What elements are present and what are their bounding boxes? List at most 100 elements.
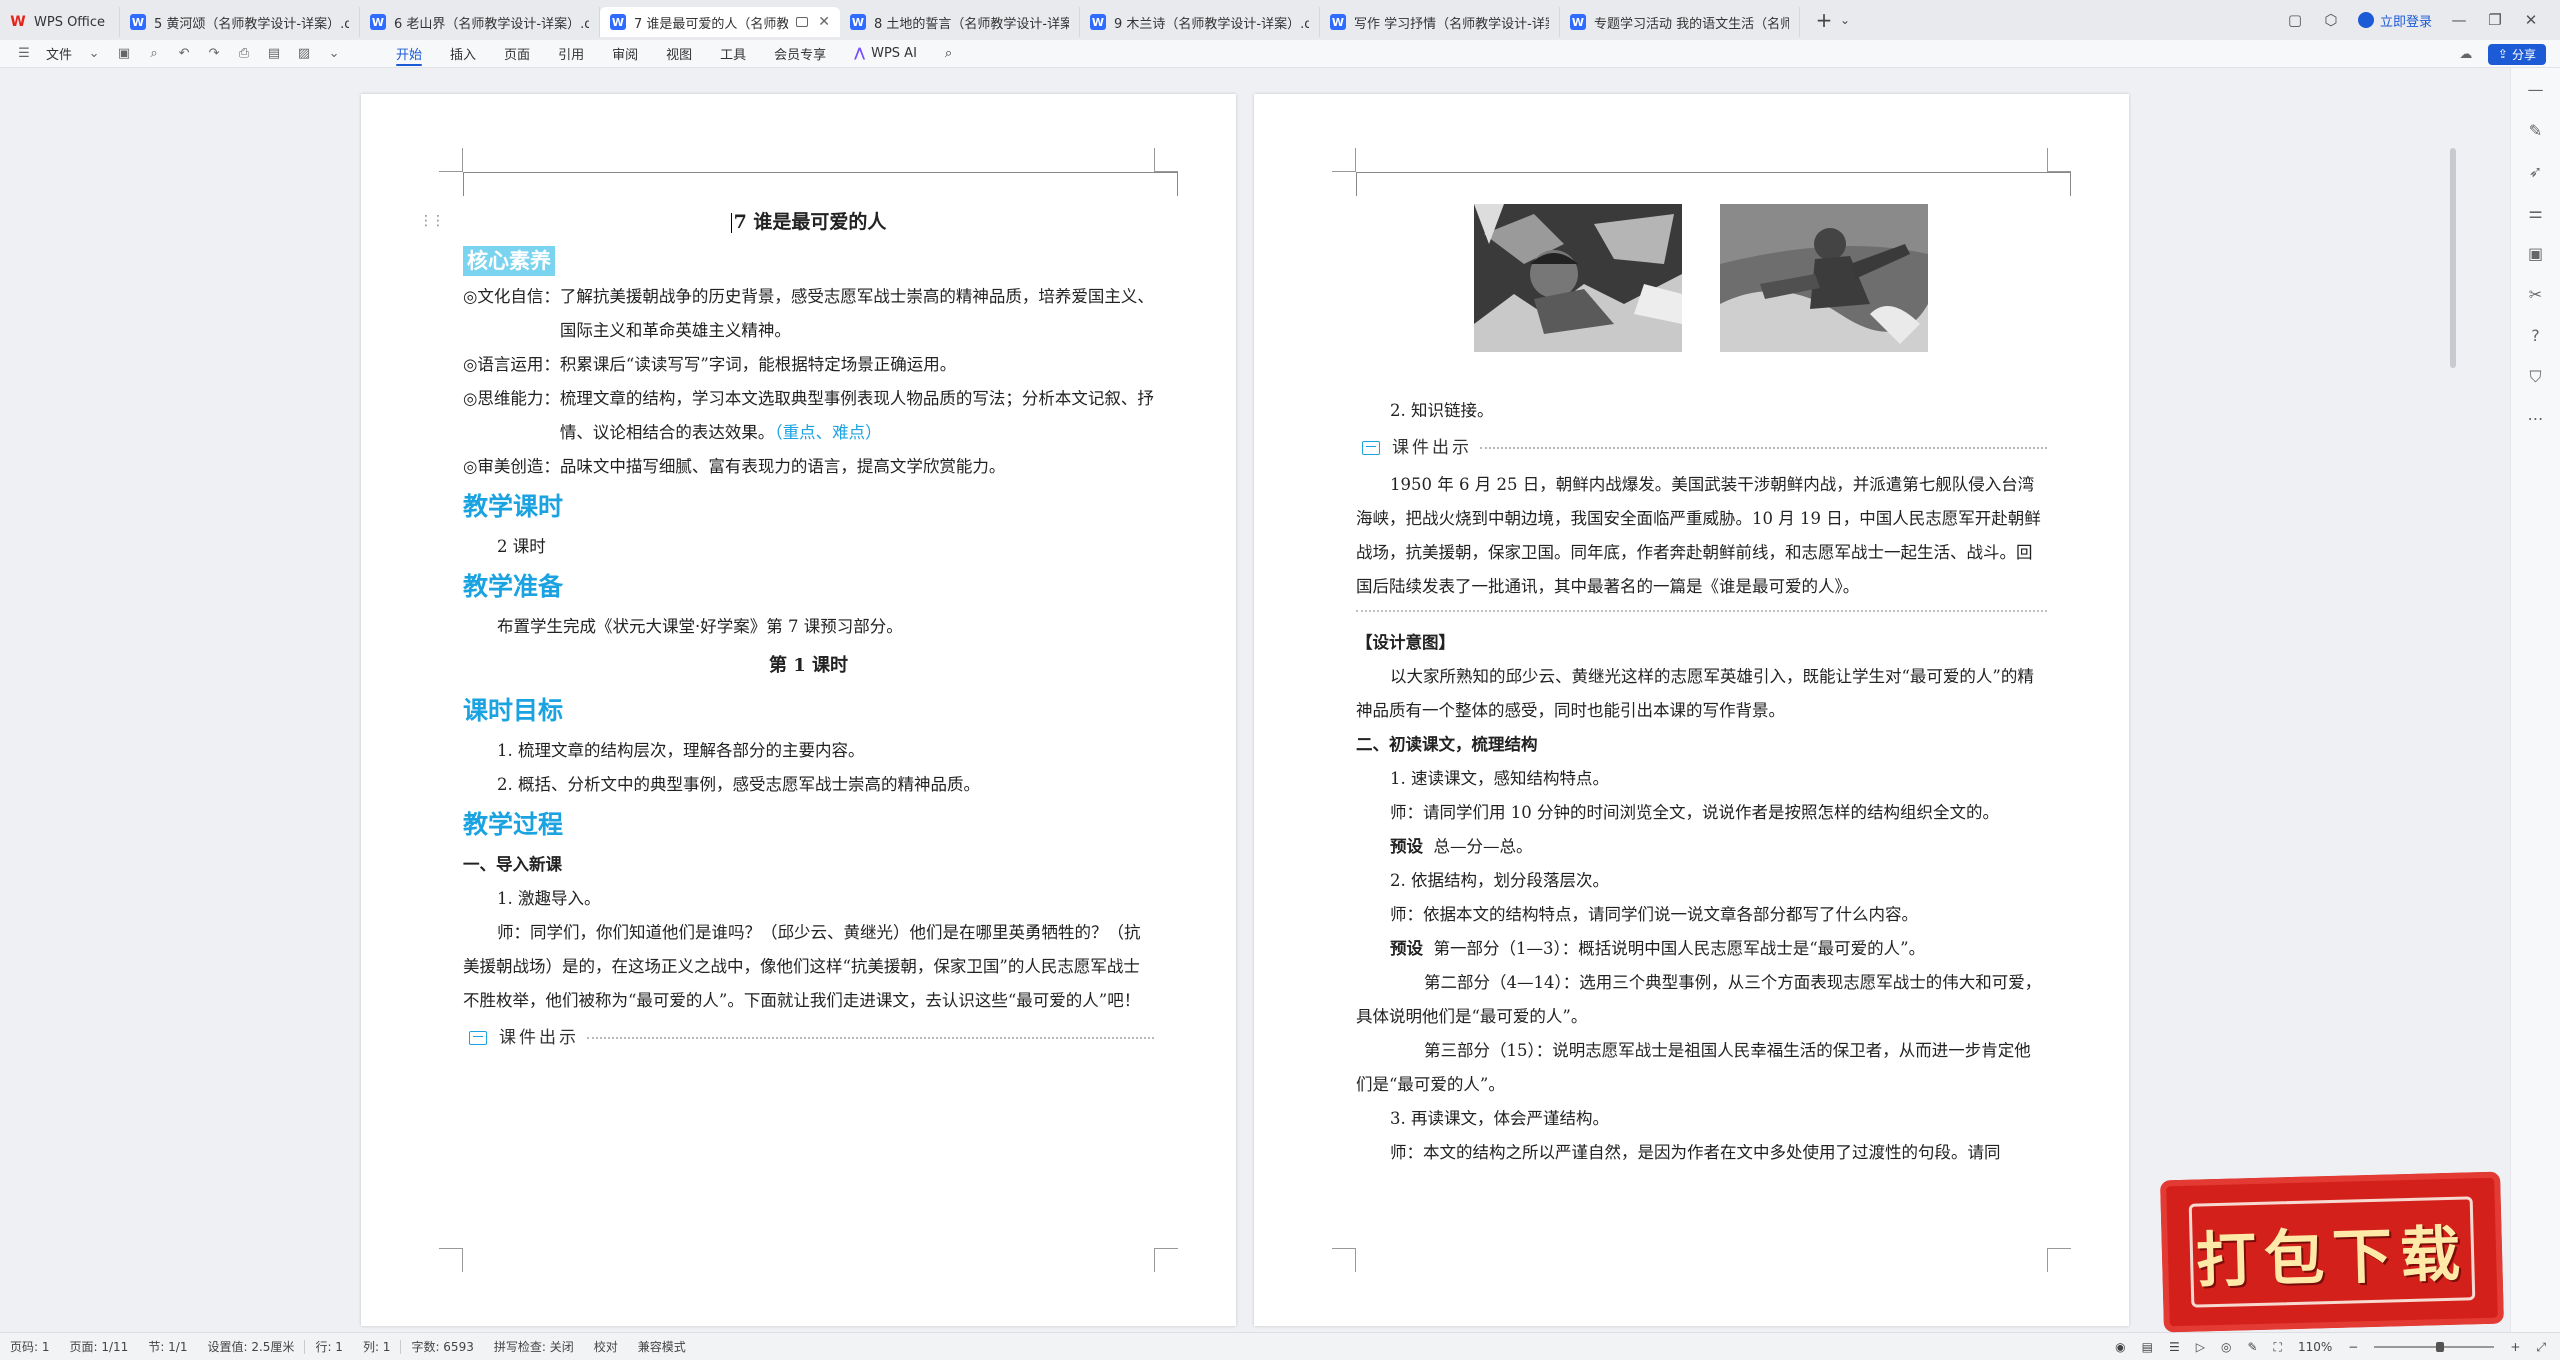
export-pdf-icon[interactable]: ▤ [266, 46, 282, 62]
status-setting[interactable]: 设置值: 2.5厘米 [197, 1338, 304, 1355]
tab-doc-5[interactable]: W 5 黄河颂（名师教学设计-详案）.doc [120, 7, 360, 37]
skin-icon[interactable]: ⬡ [2322, 11, 2340, 29]
courseware-icon [469, 1031, 487, 1045]
menu-reference[interactable]: 引用 [544, 40, 598, 68]
tab-label: 6 老山界（名师教学设计-详案）.doc [394, 16, 589, 32]
tab-doc-topic[interactable]: W 专题学习活动 我的语文生活（名师教 [1560, 7, 1800, 37]
undo-icon[interactable]: ↶ [176, 46, 192, 62]
vertical-scrollbar[interactable] [2450, 148, 2456, 368]
save-icon[interactable]: ▣ [116, 46, 132, 62]
eye-protect-icon[interactable]: ◉ [2115, 1340, 2125, 1354]
review-icon[interactable]: ▣ [2528, 244, 2543, 263]
status-row[interactable]: 行: 1 [305, 1338, 353, 1355]
document-page-1[interactable]: ⋮⋮ 7 谁是最可爱的人 核心素养 ◎文化自信： 了解抗美援朝战争的历史背景，感… [361, 94, 1236, 1326]
write-mode-icon[interactable]: ✎ [2247, 1340, 2257, 1354]
zoom-in-icon[interactable]: + [2510, 1340, 2520, 1354]
file-menu[interactable]: 文件 [46, 44, 72, 63]
soldier-illustration-2[interactable] [1720, 204, 1928, 352]
status-col[interactable]: 列: 1 [353, 1338, 401, 1355]
fullscreen-icon[interactable]: ⤢ [2536, 1340, 2546, 1355]
writer-doc-icon: W [1570, 14, 1586, 30]
tab-label: 5 黄河颂（名师教学设计-详案）.doc [154, 16, 349, 32]
tab-doc-8[interactable]: W 8 土地的誓言（名师教学设计-详案） [840, 7, 1080, 37]
close-window-icon[interactable]: ✕ [2522, 11, 2540, 29]
chevron-down-icon[interactable]: ⌄ [326, 46, 342, 62]
margin-mark [1154, 1248, 1178, 1272]
play-icon[interactable]: ▷ [2196, 1340, 2205, 1354]
menu-member[interactable]: 会员专享 [760, 40, 840, 68]
more-icon[interactable]: ⋯ [2528, 409, 2544, 428]
section-heading: 教学课时 [463, 492, 564, 521]
redo-icon[interactable]: ↷ [206, 46, 222, 62]
tools-icon[interactable]: ✂ [2529, 285, 2542, 304]
menu-wps-ai[interactable]: ⋀ WPS AI [840, 40, 931, 68]
ribbon-right: ☁ ⇪ 分享 [2458, 40, 2546, 68]
cloud-sync-icon[interactable]: ☁ [2458, 46, 2474, 62]
zoom-slider-knob[interactable] [2435, 1342, 2444, 1352]
header-line [1356, 172, 2071, 196]
menu-page[interactable]: 页面 [490, 40, 544, 68]
new-tab-button[interactable]: + [1812, 8, 1836, 32]
image-icon[interactable]: ▨ [296, 46, 312, 62]
menu-home[interactable]: 开始 [382, 40, 436, 68]
hamburger-menu-icon[interactable]: ☰ [16, 46, 32, 62]
menu-review[interactable]: 审阅 [598, 40, 652, 68]
select-cursor-icon[interactable]: ➶ [2529, 162, 2542, 181]
help-icon[interactable]: ? [2531, 326, 2540, 345]
download-package-badge[interactable]: 打包下载 [2160, 1171, 2504, 1333]
soldier-illustration-1[interactable] [1474, 204, 1682, 352]
status-proof[interactable]: 校对 [584, 1338, 628, 1355]
tab-wps-home[interactable]: W WPS Office [0, 7, 120, 37]
chevron-down-icon[interactable]: ⌄ [86, 46, 102, 62]
courseware-marker: 课件出示 [463, 1018, 1154, 1058]
backup-icon[interactable]: ⛉ [2529, 367, 2541, 387]
doc-title: 7 谁是最可爱的人 [463, 202, 1154, 242]
zoom-slider[interactable] [2374, 1342, 2495, 1352]
menu-view[interactable]: 视图 [652, 40, 706, 68]
status-words[interactable]: 字数: 6593 [401, 1338, 483, 1355]
chevron-down-icon[interactable]: ⌄ [1840, 13, 1850, 27]
outline-view-icon[interactable]: ☰ [2169, 1340, 2180, 1354]
tab-doc-writing[interactable]: W 写作 学习抒情（名师教学设计-详案） [1320, 7, 1560, 37]
format-painter-icon[interactable]: ⌕ [146, 46, 162, 62]
document-page-2[interactable]: 2. 知识链接。 课件出示 1950 年 6 月 25 日，朝鲜内战爆发。美国武… [1254, 94, 2129, 1326]
tab-doc-9[interactable]: W 9 木兰诗（名师教学设计-详案）.doc [1080, 7, 1320, 37]
minimize-icon[interactable]: — [2450, 11, 2468, 29]
page-1-body[interactable]: 7 谁是最可爱的人 核心素养 ◎文化自信： 了解抗美援朝战争的历史背景，感受志愿… [463, 202, 1154, 1058]
status-compat[interactable]: 兼容模式 [628, 1338, 696, 1355]
status-pages[interactable]: 页面: 1/11 [60, 1338, 139, 1355]
window-layout-icon[interactable]: ▢ [2286, 11, 2304, 29]
print-icon[interactable]: ⎙ [236, 46, 252, 62]
drag-handle-icon[interactable]: ⋮⋮ [419, 213, 445, 229]
core-item-value: 品味文中描写细腻、富有表现力的语言，提高文学欣赏能力。 [559, 457, 1006, 476]
menu-tools[interactable]: 工具 [706, 40, 760, 68]
tab-doc-6[interactable]: W 6 老山界（名师教学设计-详案）.doc [360, 7, 600, 37]
tab-doc-7-active[interactable]: W 7 谁是最可爱的人（名师教学 ✕ [600, 7, 840, 37]
core-heading: 核心素养 [463, 246, 555, 276]
dock-window-icon[interactable] [796, 17, 809, 27]
page-2-body[interactable]: 2. 知识链接。 课件出示 1950 年 6 月 25 日，朝鲜内战爆发。美国武… [1356, 394, 2047, 1170]
zoom-out-icon[interactable]: − [2348, 1340, 2358, 1354]
restore-icon[interactable]: ❐ [2486, 11, 2504, 29]
web-view-icon[interactable]: ◎ [2221, 1340, 2231, 1354]
process-paragraph: 师：同学们，你们知道他们是谁吗？（邱少云、黄继光）他们是在哪里英勇牺牲的？（抗美… [463, 923, 1141, 1010]
core-item-key: ◎语言运用： [463, 355, 560, 374]
fit-icon[interactable]: ⛶ [2274, 1340, 2282, 1355]
zoom-value[interactable]: 110% [2298, 1340, 2332, 1354]
search-icon[interactable]: ⌕ [931, 40, 966, 68]
edit-pen-icon[interactable]: ✎ [2529, 121, 2542, 140]
share-button[interactable]: ⇪ 分享 [2487, 43, 2546, 65]
wps-ai-label: WPS AI [871, 46, 917, 61]
status-page[interactable]: 页码: 1 [0, 1338, 60, 1355]
page-view-icon[interactable]: ▤ [2142, 1340, 2153, 1354]
login-button[interactable]: 立即登录 [2357, 11, 2432, 30]
status-spellcheck[interactable]: 拼写检查: 关闭 [484, 1338, 584, 1355]
document-workspace[interactable]: ⋮⋮ 7 谁是最可爱的人 核心素养 ◎文化自信： 了解抗美援朝战争的历史背景，感… [0, 68, 2510, 1332]
status-section[interactable]: 节: 1/1 [138, 1338, 197, 1355]
collapse-icon[interactable]: — [2528, 80, 2544, 99]
adjust-icon[interactable]: ⚌ [2528, 203, 2542, 222]
menu-insert[interactable]: 插入 [436, 40, 490, 68]
core-item: ◎审美创造： 品味文中描写细腻、富有表现力的语言，提高文学欣赏能力。 [463, 450, 1154, 484]
close-tab-icon[interactable]: ✕ [818, 14, 830, 30]
header-line [463, 172, 1178, 196]
